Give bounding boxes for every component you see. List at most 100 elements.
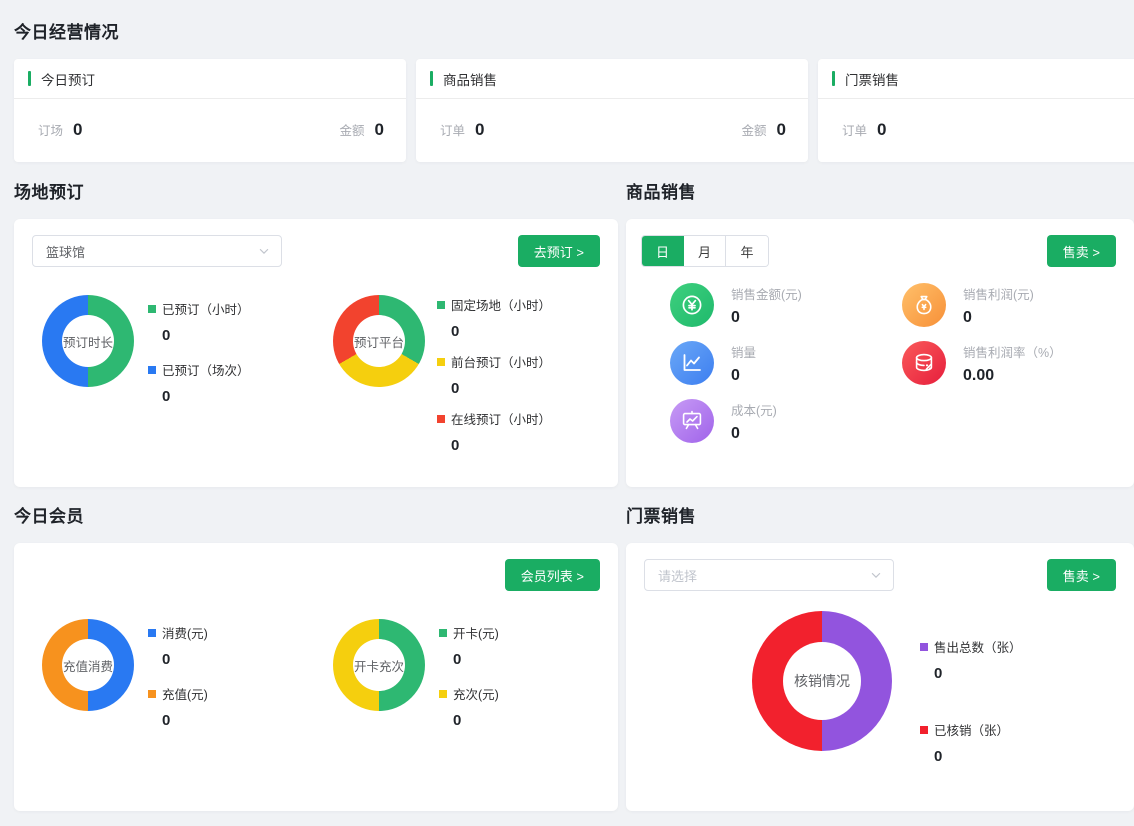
- booking-platform-chart: 预订平台 固定场地（小时） 0 前台预订（小时）: [333, 295, 551, 454]
- metric-text: 销售利润率（%） 0.00: [963, 342, 1062, 385]
- metric-sales-amount: 销售金额(元) 0: [670, 283, 902, 327]
- ticket-select-control[interactable]: 请选择: [644, 559, 894, 591]
- metric-value: 0.00: [963, 367, 1062, 385]
- venue-booking-section: 场地预订 篮球馆 去预订 > 预订时长: [14, 178, 618, 487]
- period-tab-group: 日 月 年: [641, 235, 769, 267]
- donut-hole: [783, 642, 861, 720]
- stat-value: 0: [475, 120, 484, 140]
- ticket-sales-panel: 请选择 售卖 > 核销情况 售出总数（张） 0: [626, 543, 1134, 811]
- ticket-sell-button[interactable]: 售卖 >: [1047, 559, 1116, 591]
- goods-sell-button[interactable]: 售卖 >: [1047, 235, 1116, 267]
- legend-head: 消费(元): [148, 623, 208, 642]
- metric-text: 成本(元) 0: [731, 400, 777, 443]
- legend-value: 0: [162, 388, 250, 405]
- legend-label: 充次(元): [453, 684, 499, 703]
- legend-label: 前台预订（小时）: [451, 352, 551, 371]
- legend-item: 已核销（张） 0: [920, 720, 1022, 765]
- legend-item: 消费(元) 0: [148, 623, 208, 668]
- summary-card-ticket-sales: 门票销售 订单 0 金额 0: [818, 59, 1134, 162]
- legend-head: 前台预订（小时）: [437, 352, 551, 371]
- stat-orders: 订单 0: [842, 120, 886, 140]
- goods-metric-grid: 销售金额(元) 0 销售利润(元) 0: [626, 283, 1134, 457]
- stat-orders: 订单 0: [440, 120, 484, 140]
- legend-recharge-consume: 消费(元) 0 充值(元) 0: [148, 619, 208, 745]
- legend-swatch: [437, 301, 445, 309]
- section-title-today-business: 今日经营情况: [14, 18, 1134, 43]
- legend-swatch: [148, 305, 156, 313]
- stat-label: 金额: [742, 120, 767, 139]
- summary-card-today-booking: 今日预订 订场 0 金额 0: [14, 59, 406, 162]
- metric-value: 0: [731, 367, 756, 385]
- metric-value: 0: [731, 309, 802, 327]
- metric-value: 0: [963, 309, 1034, 327]
- tab-day[interactable]: 日: [642, 236, 684, 266]
- legend-item: 前台预订（小时） 0: [437, 352, 551, 397]
- legend-head: 已核销（张）: [920, 720, 1022, 739]
- metric-text: 销量 0: [731, 342, 756, 385]
- summary-card-title: 门票销售: [845, 69, 899, 89]
- legend-head: 在线预订（小时）: [437, 409, 551, 428]
- metric-label: 成本(元): [731, 400, 777, 419]
- summary-card-body: 订场 0 金额 0: [14, 99, 406, 161]
- stat-value: 0: [877, 120, 886, 140]
- ticket-select-placeholder: 请选择: [658, 566, 869, 585]
- stat-label: 订单: [440, 120, 465, 139]
- stat-value: 0: [73, 120, 82, 140]
- member-list-button[interactable]: 会员列表 >: [505, 559, 600, 591]
- metric-label: 销售利润(元): [963, 284, 1034, 303]
- legend-item: 充次(元) 0: [439, 684, 499, 729]
- legend-item: 售出总数（张） 0: [920, 637, 1022, 682]
- card-open-recharge-chart: 开卡充次 开卡(元) 0 充次(元): [333, 619, 499, 745]
- legend-card-open-recharge: 开卡(元) 0 充次(元) 0: [439, 619, 499, 745]
- legend-value: 0: [453, 651, 499, 668]
- legend-item: 充值(元) 0: [148, 684, 208, 729]
- section-title-venue-booking: 场地预订: [14, 178, 618, 203]
- legend-head: 开卡(元): [439, 623, 499, 642]
- summary-card-list: 今日预订 订场 0 金额 0 商品销售: [14, 59, 1134, 162]
- ticket-select[interactable]: 请选择: [644, 559, 894, 591]
- stat-amount: 金额 0: [340, 120, 384, 140]
- money-bag-icon: [902, 283, 946, 327]
- legend-label: 售出总数（张）: [934, 637, 1022, 656]
- summary-card-header: 门票销售: [818, 59, 1134, 99]
- legend-swatch: [148, 690, 156, 698]
- venue-select-value: 篮球馆: [46, 242, 257, 261]
- legend-item: 固定场地（小时） 0: [437, 295, 551, 340]
- ticket-sales-section: 门票销售 请选择 售卖 > 核销情况 售出总数（张: [626, 502, 1134, 811]
- legend-label: 已核销（张）: [934, 720, 1009, 739]
- legend-item: 在线预订（小时） 0: [437, 409, 551, 454]
- legend-head: 已预订（小时）: [148, 299, 250, 318]
- stat-value: 0: [777, 120, 786, 140]
- venue-booking-panel: 篮球馆 去预订 > 预订时长 已预订（小时） 0: [14, 219, 618, 487]
- legend-head: 售出总数（张）: [920, 637, 1022, 656]
- today-member-panel: 会员列表 > 充值消费 消费(元) 0: [14, 543, 618, 811]
- venue-select-control[interactable]: 篮球馆: [32, 235, 282, 267]
- venue-select[interactable]: 篮球馆: [32, 235, 282, 267]
- yen-coin-icon: [670, 283, 714, 327]
- presentation-chart-icon: [670, 399, 714, 443]
- donut-hole: [353, 639, 405, 691]
- legend-label: 在线预订（小时）: [451, 409, 551, 428]
- today-member-section: 今日会员 会员列表 > 充值消费 消费(元) 0: [14, 502, 618, 811]
- summary-card-header: 今日预订: [14, 59, 406, 99]
- summary-card-title: 商品销售: [443, 69, 497, 89]
- legend-booking-duration: 已预订（小时） 0 已预订（场次） 0: [148, 295, 250, 421]
- section-title-today-member: 今日会员: [14, 502, 618, 527]
- tab-month[interactable]: 月: [684, 236, 726, 266]
- section-title-goods-sales: 商品销售: [626, 178, 1134, 203]
- recharge-consume-chart: 充值消费 消费(元) 0 充值(元): [42, 619, 208, 745]
- donut-hole: [353, 315, 405, 367]
- legend-swatch: [920, 726, 928, 734]
- legend-swatch: [439, 629, 447, 637]
- legend-label: 消费(元): [162, 623, 208, 642]
- accent-bar: [832, 71, 835, 86]
- summary-card-goods-sales: 商品销售 订单 0 金额 0: [416, 59, 808, 162]
- go-booking-button[interactable]: 去预订 >: [518, 235, 600, 267]
- legend-head: 充次(元): [439, 684, 499, 703]
- legend-label: 已预订（场次）: [162, 360, 250, 379]
- legend-label: 固定场地（小时）: [451, 295, 551, 314]
- tab-year[interactable]: 年: [726, 236, 768, 266]
- legend-value: 0: [453, 712, 499, 729]
- metric-cost: 成本(元) 0: [670, 399, 902, 443]
- donut-hole: [62, 315, 114, 367]
